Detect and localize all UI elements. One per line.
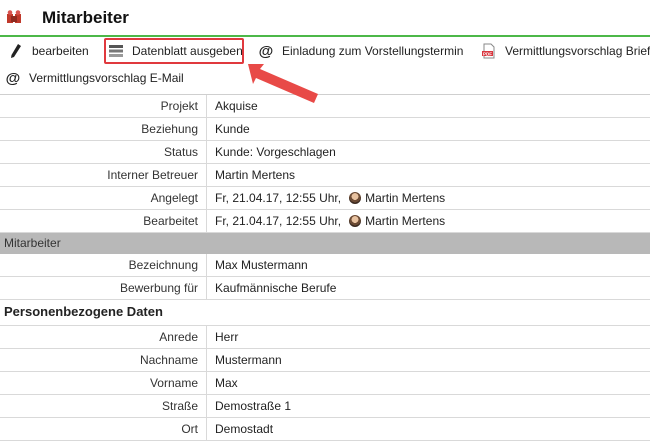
row-projekt: Projekt Akquise (0, 95, 650, 118)
betreuer-label: Interner Betreuer (107, 168, 198, 182)
row-angelegt: Angelegt Fr, 21.04.17, 12:55 Uhr, Martin… (0, 187, 650, 210)
user-avatar-icon (349, 215, 362, 227)
row-betreuer: Interner Betreuer Martin Mertens (0, 164, 650, 187)
at-icon: @ (5, 69, 21, 87)
letter-label: Vermittlungsvorschlag Brief (505, 44, 650, 58)
bezeichnung-value: Max Mustermann (215, 258, 308, 272)
email-label: Vermittlungsvorschlag E-Mail (29, 71, 184, 85)
pencil-icon (8, 43, 24, 59)
invite-label: Einladung zum Vorstellungstermin (282, 44, 464, 58)
highlight-box (104, 38, 244, 64)
nachname-label: Nachname (139, 353, 198, 367)
section-personal-data: Personenbezogene Daten (4, 304, 163, 319)
strasse-label: Straße (161, 399, 198, 413)
invite-button[interactable]: @ Einladung zum Vorstellungstermin (258, 41, 464, 61)
bearbeitet-user[interactable]: Martin Mertens (365, 210, 445, 232)
ort-label: Ort (181, 422, 198, 436)
employees-icon (6, 10, 22, 24)
status-value: Kunde: Vorgeschlagen (215, 145, 336, 159)
row-ort: Ort Demostadt (0, 418, 650, 441)
bewerbung-label: Bewerbung für (119, 281, 198, 295)
anrede-label: Anrede (159, 330, 198, 344)
row-anrede: Anrede Herr (0, 326, 650, 349)
bearbeitet-label: Bearbeitet (143, 214, 198, 228)
bearbeitet-date: Fr, 21.04.17, 12:55 Uhr, (215, 214, 342, 228)
strasse-value: Demostraße 1 (215, 399, 292, 413)
row-strasse: Straße Demostraße 1 (0, 395, 650, 418)
row-status: Status Kunde: Vorgeschlagen (0, 141, 650, 164)
angelegt-value: Fr, 21.04.17, 12:55 Uhr, Martin Mertens (215, 187, 445, 209)
row-bewerbung: Bewerbung für Kaufmännische Berufe (0, 277, 650, 300)
section-mitarbeiter: Mitarbeiter (0, 233, 650, 254)
vorname-label: Vorname (149, 376, 198, 390)
bezeichnung-label: Bezeichnung (128, 258, 198, 272)
row-beziehung: Beziehung Kunde (0, 118, 650, 141)
status-label: Status (163, 145, 198, 159)
row-vorname: Vorname Max (0, 372, 650, 395)
pdf-icon: PDF (481, 43, 497, 59)
angelegt-label: Angelegt (150, 191, 198, 205)
edit-button[interactable]: bearbeiten (8, 41, 89, 61)
letter-button[interactable]: PDF Vermittlungsvorschlag Brief (481, 41, 650, 61)
projekt-value: Akquise (215, 99, 258, 113)
betreuer-value: Martin Mertens (215, 168, 296, 182)
row-bearbeitet: Bearbeitet Fr, 21.04.17, 12:55 Uhr, Mart… (0, 210, 650, 233)
page-title: Mitarbeiter (42, 8, 129, 27)
row-bezeichnung: Bezeichnung Max Mustermann (0, 254, 650, 277)
ort-value: Demostadt (215, 422, 274, 436)
bewerbung-value: Kaufmännische Berufe (215, 281, 337, 295)
angelegt-user[interactable]: Martin Mertens (365, 187, 445, 209)
beziehung-value: Kunde (215, 122, 250, 136)
bearbeitet-value: Fr, 21.04.17, 12:55 Uhr, Martin Mertens (215, 210, 445, 232)
edit-label: bearbeiten (32, 44, 89, 58)
anrede-value: Herr (215, 330, 239, 344)
title-bar: Mitarbeiter (0, 0, 650, 37)
user-avatar-icon (349, 192, 362, 204)
row-nachname: Nachname Mustermann (0, 349, 650, 372)
beziehung-label: Beziehung (141, 122, 198, 136)
svg-text:PDF: PDF (483, 51, 492, 56)
email-button[interactable]: @ Vermittlungsvorschlag E-Mail (5, 68, 184, 88)
angelegt-date: Fr, 21.04.17, 12:55 Uhr, (215, 191, 342, 205)
vorname-value: Max (215, 376, 238, 390)
projekt-label: Projekt (160, 99, 198, 113)
at-icon: @ (258, 42, 274, 60)
nachname-value: Mustermann (215, 353, 282, 367)
